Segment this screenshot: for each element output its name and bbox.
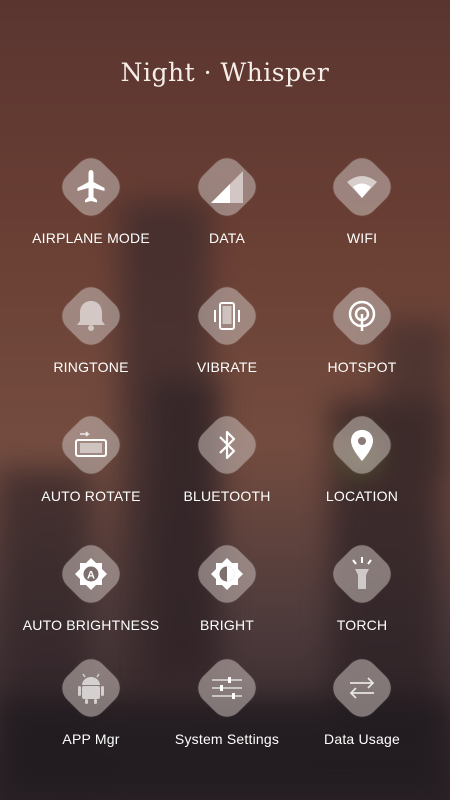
tile-label: DATA — [208, 230, 246, 246]
swap-arrows-icon — [349, 677, 375, 699]
signal-strength-icon — [211, 171, 243, 203]
location-pin-icon — [351, 430, 373, 461]
tile-torch[interactable]: TORCH — [287, 538, 437, 633]
tile-label: WIFI — [346, 230, 378, 246]
tile-label: System Settings — [174, 731, 280, 747]
bluetooth-icon — [219, 430, 236, 460]
theme-title: Night · Whisper — [120, 58, 330, 87]
tile-label: Data Usage — [324, 731, 400, 747]
auto-brightness-icon: A — [75, 558, 107, 590]
tile-label: AUTO BRIGHTNESS — [22, 617, 160, 633]
tile-airplane-mode[interactable]: AIRPLANE MODE — [16, 151, 166, 246]
sliders-icon — [212, 677, 242, 699]
svg-text:A: A — [87, 570, 95, 582]
tile-label: APP Mgr — [62, 731, 120, 747]
brightness-icon — [211, 558, 243, 590]
tile-ringtone[interactable]: RINGTONE — [16, 280, 166, 375]
wifi-icon — [347, 176, 377, 198]
tile-label: AIRPLANE MODE — [32, 230, 150, 246]
tile-wifi[interactable]: WIFI — [287, 151, 437, 246]
tile-label: BLUETOOTH — [183, 488, 271, 504]
tile-data[interactable]: DATA — [152, 151, 302, 246]
auto-rotate-icon — [75, 431, 107, 457]
bell-icon — [77, 301, 105, 331]
tile-label: RINGTONE — [53, 359, 129, 375]
tile-label: HOTSPOT — [327, 359, 397, 375]
tile-app-manager[interactable]: APP Mgr — [16, 652, 166, 747]
tile-label: TORCH — [336, 617, 388, 633]
tile-system-settings[interactable]: System Settings — [152, 652, 302, 747]
tile-auto-rotate[interactable]: AUTO ROTATE — [16, 409, 166, 504]
tile-label: AUTO ROTATE — [41, 488, 141, 504]
tile-data-usage[interactable]: Data Usage — [287, 652, 437, 747]
tile-bluetooth[interactable]: BLUETOOTH — [152, 409, 302, 504]
tile-hotspot[interactable]: HOTSPOT — [287, 280, 437, 375]
tile-label: BRIGHT — [199, 617, 255, 633]
vibrate-phone-icon — [214, 302, 240, 330]
tile-label: VIBRATE — [196, 359, 258, 375]
tile-label: LOCATION — [325, 488, 399, 504]
android-icon — [78, 673, 104, 704]
tile-vibrate[interactable]: VIBRATE — [152, 280, 302, 375]
tile-auto-brightness[interactable]: A AUTO BRIGHTNESS — [16, 538, 166, 633]
tile-bright[interactable]: BRIGHT — [152, 538, 302, 633]
airplane-icon — [77, 170, 105, 203]
tile-location[interactable]: LOCATION — [287, 409, 437, 504]
hotspot-icon — [348, 300, 376, 331]
flashlight-icon — [352, 557, 372, 589]
